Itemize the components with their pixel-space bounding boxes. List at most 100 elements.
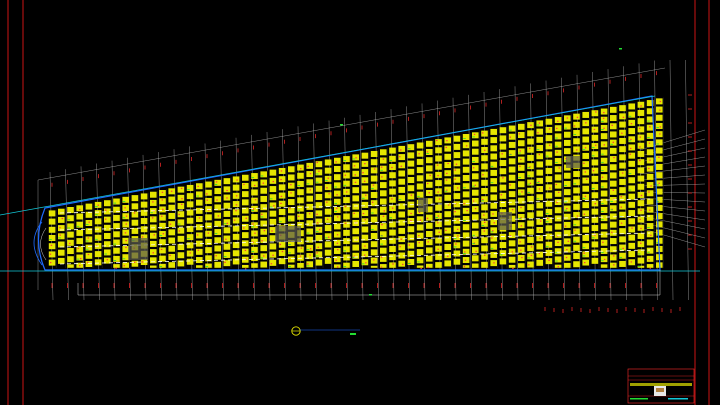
grid-line-vertical [111,160,116,301]
floor-cell [205,230,212,237]
floor-cell-accent [464,259,467,261]
floor-cell [444,170,451,177]
floor-cell [610,164,617,171]
floor-cell [435,155,442,162]
floor-cell-accent [548,144,551,146]
floor-cell-accent [49,253,52,255]
floor-cell [610,180,617,187]
floor-cell-accent [181,203,183,205]
floor-cell [600,182,608,189]
floor-cell [168,212,175,219]
floor-cell-accent [355,157,357,159]
floor-cell [150,232,157,239]
floor-cell-accent [346,191,348,193]
floor-cell [416,265,424,268]
floor-cell-green [398,199,402,201]
floor-cell [610,221,617,228]
floor-cell [518,222,525,229]
floor-cell [536,210,543,217]
floor-cell-accent [475,250,477,252]
floor-cell-accent [466,210,468,212]
floor-cell-green [628,189,632,191]
floor-cell [619,244,626,251]
floor-cell [168,253,175,260]
floor-cell-green [647,120,650,122]
floor-cell-accent [79,265,81,267]
floor-cell [407,185,415,192]
floor-cell-accent [80,257,82,260]
floor-cell-green [58,237,61,239]
floor-cell [214,212,221,219]
floor-cell-accent [426,151,429,153]
floor-cell [472,238,479,245]
floor-cell-accent [472,167,475,169]
floor-cell [518,230,525,237]
floor-cell-green [334,186,337,188]
floor-cell-accent [134,261,136,263]
floor-cell [251,189,258,196]
floor-cell-accent [492,230,494,232]
floor-cell-accent [418,242,420,244]
floor-cell [324,216,332,223]
section-symbol-icon[interactable] [291,326,360,336]
floor-cell [177,227,185,234]
floor-cell [472,140,479,147]
floor-cell [343,197,350,204]
floor-cell [610,123,617,130]
floor-cell [582,177,589,184]
floor-cell [628,218,635,225]
floor-cell-green [150,212,153,214]
floor-cell-green [536,149,540,151]
floor-cell [269,251,277,258]
left-end-detail [33,221,47,266]
title-block[interactable] [627,368,695,404]
floor-cell [278,176,286,183]
cad-viewport[interactable] [0,0,720,405]
floor-cell [518,173,525,180]
floor-cell-accent [611,124,613,126]
floor-cell-green [536,182,540,183]
floor-cell-green [601,211,604,212]
floor-cell [444,260,451,267]
floor-cell-accent [226,197,228,199]
floor-cell [582,226,589,233]
floor-cell-accent [300,247,303,249]
floor-cell [269,210,277,217]
floor-cell [232,233,240,240]
floor-cell-accent [438,198,441,200]
floor-cell [370,159,378,166]
floor-cell-accent [472,200,475,202]
floor-cell-accent [364,254,366,256]
floor-cell-accent [540,220,542,222]
floor-cell [564,197,571,204]
floor-cell-accent [125,215,128,217]
floor-cell-green [601,120,604,122]
floor-cell [269,169,277,176]
floor-cell-accent [170,190,173,192]
floor-cell-accent [371,201,374,203]
floor-cell [545,225,553,232]
floor-cell-green [417,195,420,197]
floor-cell-accent [400,149,402,151]
floor-cell-green [352,158,356,160]
floor-cell [444,219,451,226]
floor-cell [637,232,645,239]
floor-cell-accent [224,261,226,263]
floor-cell-accent [252,223,254,225]
floor-cell [168,262,175,268]
floor-cell-green [481,200,485,202]
floor-cell-green [279,221,282,223]
cad-drawing[interactable] [0,0,720,405]
floor-cell [306,244,313,251]
floor-cell-accent [354,174,356,176]
floor-cell [499,201,507,208]
floor-cell-accent [511,251,514,253]
floor-cell-accent [436,164,439,166]
floor-cell-accent [153,234,155,236]
floor-cell [582,210,589,217]
floor-cell-green [463,220,466,222]
floor-cell [472,247,479,254]
floor-cell-green [601,219,604,221]
floor-cell-accent [530,124,532,126]
floor-cell [545,118,553,125]
